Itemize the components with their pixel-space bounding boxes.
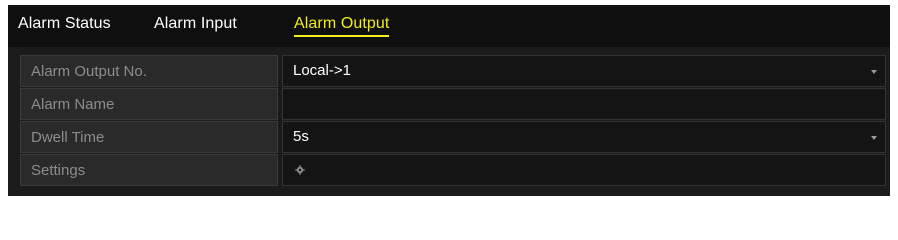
tab-alarm-status[interactable]: Alarm Status <box>18 15 111 33</box>
form-row-settings: Settings <box>20 154 886 186</box>
form-row-alarm-name: Alarm Name <box>20 88 886 120</box>
chevron-down-icon <box>871 70 877 74</box>
form-row-alarm-output-no: Alarm Output No. Local->1 <box>20 55 886 87</box>
alarm-output-no-value: Local->1 <box>293 62 351 79</box>
field-label-cell: Alarm Name <box>20 88 278 120</box>
alarm-output-no-dropdown[interactable]: Local->1 <box>282 55 886 87</box>
dwell-time-label: Dwell Time <box>31 129 105 146</box>
dwell-time-dropdown[interactable]: 5s <box>282 121 886 153</box>
tab-alarm-output[interactable]: Alarm Output <box>294 15 390 37</box>
gear-icon[interactable] <box>295 165 305 175</box>
alarm-name-label: Alarm Name <box>31 96 115 113</box>
tab-label: Alarm Output <box>294 15 390 32</box>
field-label-cell: Dwell Time <box>20 121 278 153</box>
field-label-cell: Settings <box>20 154 278 186</box>
tab-label: Alarm Status <box>18 15 111 32</box>
settings-cell <box>282 154 886 186</box>
active-tab-underline <box>294 35 390 37</box>
tab-alarm-input[interactable]: Alarm Input <box>154 15 237 33</box>
settings-label: Settings <box>31 162 86 179</box>
alarm-output-no-label: Alarm Output No. <box>31 63 147 80</box>
tab-label: Alarm Input <box>154 15 237 32</box>
alarm-name-input[interactable] <box>282 88 886 120</box>
alarm-config-panel: Alarm Status Alarm Input Alarm Output Al… <box>8 5 890 196</box>
dwell-time-value: 5s <box>293 128 309 145</box>
field-label-cell: Alarm Output No. <box>20 55 278 87</box>
form-row-dwell-time: Dwell Time 5s <box>20 121 886 153</box>
tab-bar: Alarm Status Alarm Input Alarm Output <box>8 5 890 47</box>
chevron-down-icon <box>871 136 877 140</box>
